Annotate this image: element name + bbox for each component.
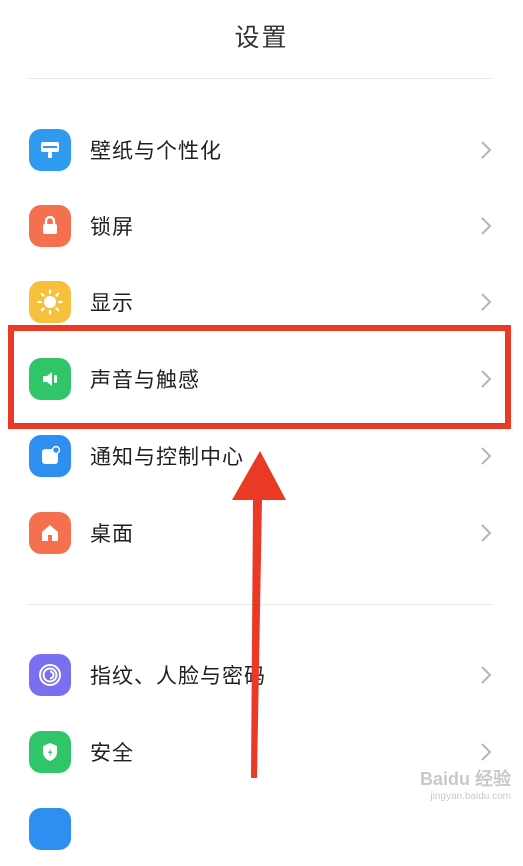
wallpaper-icon [29,129,71,171]
settings-item-notifications[interactable]: 通知与控制中心 [0,418,523,494]
chevron-right-icon [481,293,492,311]
page-title: 设置 [234,23,289,52]
page-header: 设置 [0,0,523,78]
lock-icon [29,205,71,247]
section-divider [28,604,492,605]
chevron-right-icon [481,447,492,465]
notification-icon [29,435,71,477]
home-icon [29,512,71,554]
settings-item-label: 指纹、人脸与密码 [90,664,266,688]
divider [28,78,492,79]
chevron-right-icon [481,217,492,235]
watermark: Baidu 经验 jingyan.baidu.com [420,765,511,802]
settings-item-label: 安全 [90,741,134,765]
chevron-right-icon [481,524,492,542]
watermark-url: jingyan.baidu.com [430,791,511,802]
settings-item-desktop[interactable]: 桌面 [0,495,523,571]
highlight-box [8,325,511,429]
settings-item-label: 桌面 [90,522,134,546]
brightness-icon [29,281,71,323]
fingerprint-icon [29,654,71,696]
chevron-right-icon [481,141,492,159]
chevron-right-icon [481,743,492,761]
settings-item-label: 壁纸与个性化 [90,139,222,163]
settings-item-wallpaper[interactable]: 壁纸与个性化 [0,112,523,188]
settings-item-lockscreen[interactable]: 锁屏 [0,188,523,264]
chevron-right-icon [481,666,492,684]
settings-item-biometrics[interactable]: 指纹、人脸与密码 [0,637,523,713]
settings-item-label: 通知与控制中心 [90,445,244,469]
settings-item-label: 锁屏 [90,215,134,239]
shield-icon [29,731,71,773]
watermark-text: Baidu 经验 [419,769,511,789]
partial-app-icon [29,808,71,850]
settings-item-label: 显示 [90,291,134,315]
